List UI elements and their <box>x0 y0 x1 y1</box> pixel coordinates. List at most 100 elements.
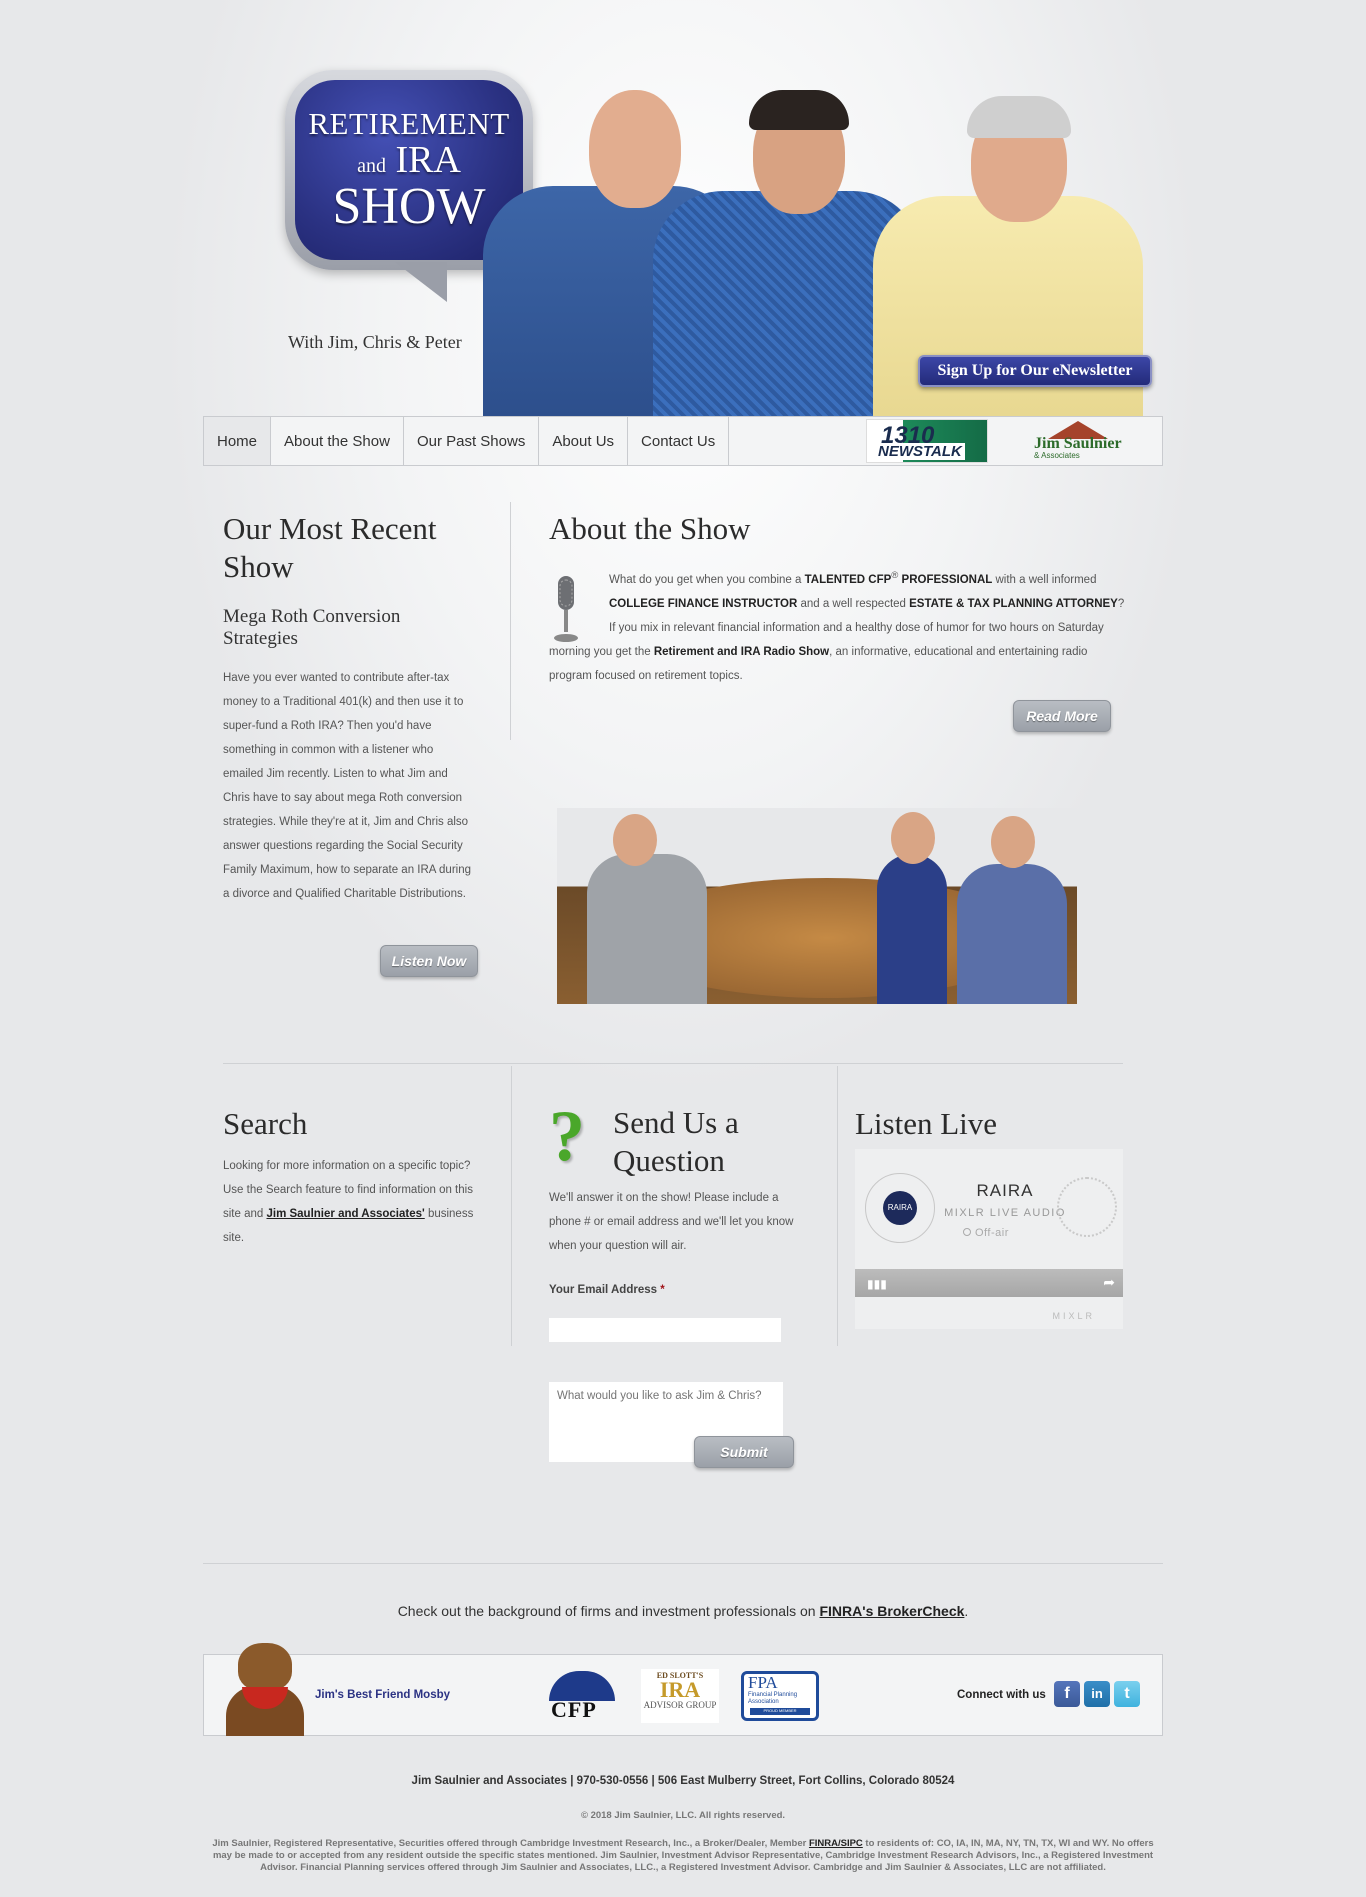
ira-advisor-group-logo[interactable]: ED SLOTT'S IRA ADVISOR GROUP <box>641 1669 719 1723</box>
cfp-text: CFP <box>551 1697 597 1722</box>
brokercheck-link[interactable]: FINRA's BrokerCheck <box>819 1603 964 1619</box>
search-body: Looking for more information on a specif… <box>223 1154 483 1250</box>
nav-item-past-shows[interactable]: Our Past Shows <box>404 417 540 465</box>
nav-item-contact-us[interactable]: Contact Us <box>628 417 730 465</box>
studio-photo <box>557 808 1077 1004</box>
nav-partner-logos: 1310 NEWSTALK Jim Saulnier & Associates <box>866 417 1162 465</box>
about-heading: About the Show <box>549 511 751 546</box>
recent-show-body: Have you ever wanted to contribute after… <box>223 672 471 900</box>
mixlr-player[interactable]: RAIRA RAIRA MIXLR LIVE AUDIO Off-air ▮▮▮… <box>855 1149 1123 1329</box>
question-heading: Send Us a Question <box>613 1105 739 1178</box>
newstalk-1310-logo[interactable]: 1310 NEWSTALK <box>866 419 988 463</box>
about-b2: COLLEGE FINANCE INSTRUCTOR <box>609 597 798 610</box>
nav-item-about-the-show[interactable]: About the Show <box>271 417 404 465</box>
footer-copyright: © 2018 Jim Saulnier, LLC. All rights res… <box>580 1810 786 1821</box>
required-mark: * <box>660 1284 665 1296</box>
section-divider <box>223 1063 1123 1064</box>
studio-host-1-head <box>613 814 657 866</box>
about-t2: with a well informed <box>992 573 1097 586</box>
host-2-hair <box>749 90 849 130</box>
status-dot-icon <box>963 1228 971 1236</box>
site-header: RETIREMENT and IRA SHOW With Jim, Chris … <box>203 0 1163 416</box>
cfp-logo[interactable]: CFP <box>547 1671 617 1722</box>
host-3-hair <box>967 96 1071 138</box>
about-b3: ESTATE & TAX PLANNING ATTORNEY <box>909 597 1118 610</box>
about-b4: Retirement and IRA Radio Show <box>653 645 830 658</box>
fpa-logo-b: Financial Planning Association <box>748 1692 798 1705</box>
about-t1: What do you get when you combine a <box>609 573 805 586</box>
submit-button[interactable]: Submit <box>694 1436 794 1468</box>
about-t3: and a well respected <box>797 597 910 610</box>
brokercheck-text: Check out the background of firms and in… <box>397 1603 820 1619</box>
mosby-caption[interactable]: Jim's Best Friend Mosby <box>315 1689 450 1701</box>
email-field[interactable] <box>549 1318 781 1342</box>
equalizer-icon[interactable]: ▮▮▮ <box>867 1277 887 1291</box>
logo-line-3: SHOW <box>332 177 486 235</box>
studio-host-3 <box>957 864 1067 1004</box>
logo-ira: IRA <box>395 138 461 181</box>
column-divider-1 <box>511 1066 512 1346</box>
connect-label: Connect with us <box>957 1689 1046 1701</box>
fpa-logo[interactable]: FPA Financial Planning Association PROUD… <box>741 1671 819 1721</box>
about-b1b: PROFESSIONAL <box>898 573 993 586</box>
studio-host-2 <box>877 854 947 1004</box>
logo-line-2: and IRA <box>357 141 461 179</box>
broadcast-status-text: Off-air <box>975 1227 1009 1239</box>
fpa-logo-c: PROUD MEMBER <box>750 1708 810 1715</box>
studio-host-3-head <box>991 816 1035 868</box>
read-more-button[interactable]: Read More <box>1013 700 1111 732</box>
mosby-dog-photo <box>226 1643 304 1736</box>
listen-live-heading: Listen Live <box>855 1106 998 1141</box>
main-nav: Home About the Show Our Past Shows About… <box>203 416 1163 466</box>
player-bar: ▮▮▮ ➦ <box>855 1269 1123 1297</box>
station-name: RAIRA <box>976 1181 1034 1200</box>
disclaimer-part-1: Jim Saulnier, Registered Representative,… <box>212 1838 809 1849</box>
recent-show-heading: Our Most Recent Show <box>223 511 437 584</box>
question-mark-icon: ? <box>549 1096 585 1176</box>
newsletter-signup-button[interactable]: Sign Up for Our eNewsletter <box>918 355 1152 387</box>
studio-host-1 <box>587 854 707 1004</box>
nav-item-home[interactable]: Home <box>204 417 272 465</box>
search-heading: Search <box>223 1106 308 1141</box>
about-section: About the Show <box>549 510 1129 548</box>
nav-item-about-us[interactable]: About Us <box>539 417 629 465</box>
footer-contact: Jim Saulnier and Associates | 970-530-05… <box>411 1775 955 1787</box>
jim-saulnier-logo[interactable]: Jim Saulnier & Associates <box>1034 421 1124 461</box>
mixlr-brand: MIXLR <box>1052 1311 1095 1321</box>
twitter-icon[interactable]: t <box>1114 1681 1140 1707</box>
footer-disclaimer: Jim Saulnier, Registered Representative,… <box>203 1838 1163 1874</box>
about-body: What do you get when you combine a TALEN… <box>549 564 1125 688</box>
footer-bar: Jim's Best Friend Mosby CFP ED SLOTT'S I… <box>203 1643 1163 1736</box>
broadcast-status: Off-air <box>963 1227 1009 1239</box>
header-tagline: With Jim, Chris & Peter <box>288 332 462 352</box>
facebook-icon[interactable]: f <box>1054 1681 1080 1707</box>
listen-now-button[interactable]: Listen Now <box>380 945 478 977</box>
email-label: Your Email Address * <box>549 1284 665 1296</box>
station-avatar-text: RAIRA <box>883 1191 917 1225</box>
search-section: Search Looking for more information on a… <box>223 1104 483 1250</box>
brokercheck-end: . <box>964 1603 969 1619</box>
logo-line-1: RETIREMENT <box>308 105 510 141</box>
ira-logo-b: IRA <box>659 1677 701 1702</box>
recent-show-section: Our Most Recent Show Mega Roth Conversio… <box>223 510 473 906</box>
email-label-text: Your Email Address <box>549 1284 658 1296</box>
newstalk-text: NEWSTALK <box>875 443 965 460</box>
jim-saulnier-logo-sub: & Associates <box>1034 451 1080 460</box>
about-icon-spacer <box>549 564 609 638</box>
column-divider-2 <box>837 1066 838 1346</box>
ira-logo-c: ADVISOR GROUP <box>643 1700 717 1710</box>
footer-divider <box>203 1563 1163 1564</box>
question-body: We'll answer it on the show! Please incl… <box>549 1192 794 1252</box>
speech-bubble-tail <box>395 262 447 302</box>
about-b1: TALENTED CFP <box>804 573 892 586</box>
station-avatar: RAIRA <box>865 1173 935 1243</box>
logo-and: and <box>357 154 386 177</box>
mixlr-subtitle: MIXLR LIVE AUDIO <box>944 1207 1066 1219</box>
brokercheck-line: Check out the background of firms and in… <box>203 1603 1163 1619</box>
finra-sipc-link[interactable]: FINRA/SIPC <box>809 1838 863 1849</box>
fpa-logo-a: FPA <box>748 1673 778 1692</box>
linkedin-icon[interactable]: in <box>1084 1681 1110 1707</box>
studio-host-2-head <box>891 812 935 864</box>
share-icon[interactable]: ➦ <box>1103 1274 1115 1291</box>
jim-saulnier-site-link[interactable]: Jim Saulnier and Associates' <box>266 1208 424 1220</box>
